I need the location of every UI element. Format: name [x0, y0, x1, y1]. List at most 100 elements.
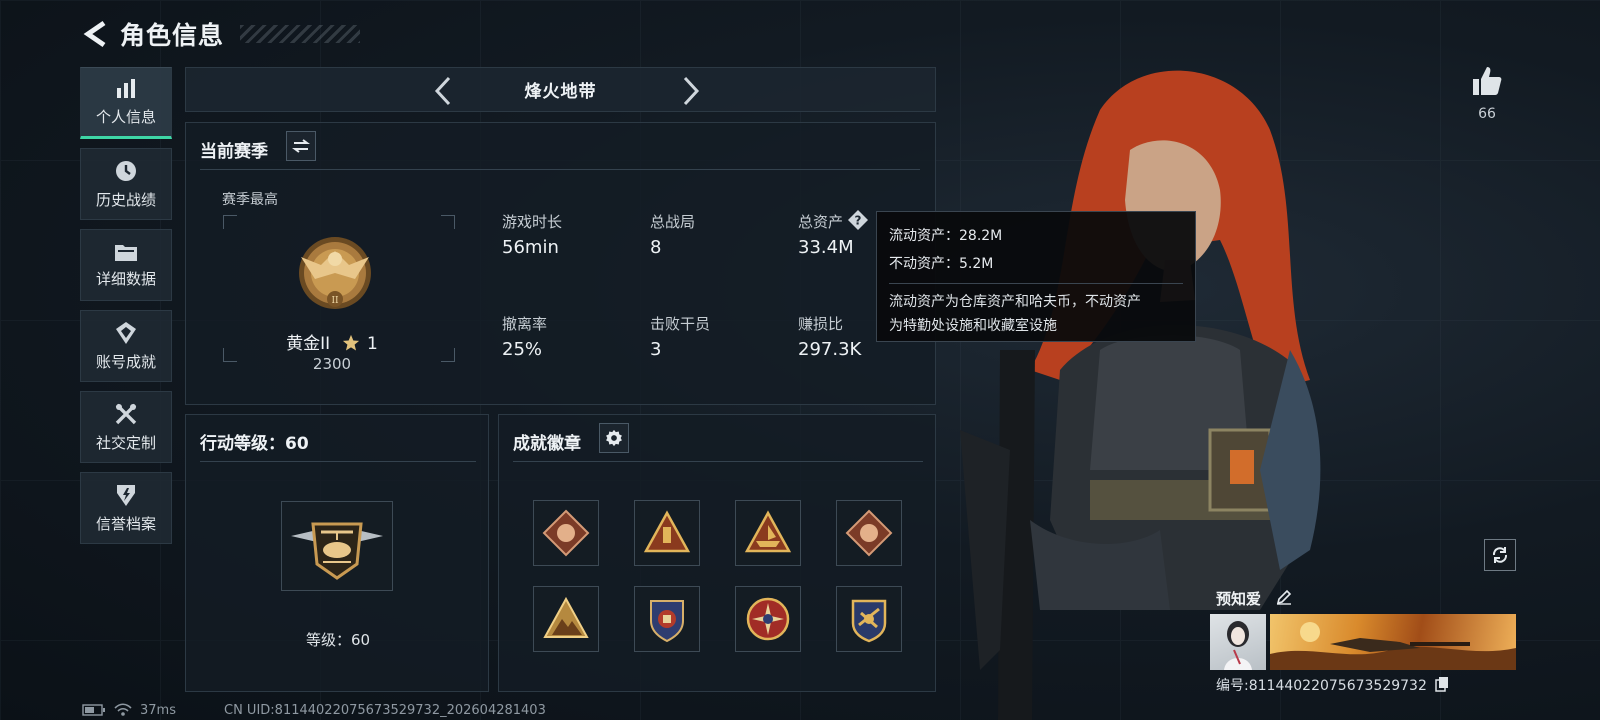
season-switch-button[interactable]	[286, 131, 316, 161]
sidebar-item-label: 详细数据	[95, 269, 156, 288]
svg-text:?: ?	[855, 214, 862, 228]
achievement-badge[interactable]	[735, 586, 801, 652]
assets-help-button[interactable]: ?	[847, 209, 869, 231]
achievement-badge[interactable]	[533, 586, 599, 652]
achievement-badge[interactable]	[836, 500, 902, 566]
rank-info: 黄金II 1	[222, 329, 442, 354]
matches-label: 总战局	[650, 213, 696, 231]
kills-label: 击败干员	[650, 315, 711, 333]
rank-name: 黄金II	[286, 334, 331, 354]
wifi-icon	[114, 703, 132, 716]
action-level-title: 行动等级：60	[200, 434, 309, 454]
copy-id-button[interactable]	[1435, 676, 1449, 696]
map-next-button[interactable]	[674, 74, 708, 108]
profit-ratio-label: 赚损比	[798, 315, 844, 333]
map-prev-button[interactable]	[426, 74, 460, 108]
rank-stars: 1	[367, 334, 378, 354]
tools-icon	[115, 403, 137, 424]
fixed-assets: 不动资产：5.2M	[889, 256, 994, 272]
status-bar: 37ms	[82, 702, 176, 718]
like-button[interactable]	[1470, 64, 1504, 98]
sidebar-item-social[interactable]: 社交定制	[80, 391, 172, 463]
sidebar-item-label: 信誉档案	[95, 514, 156, 533]
triangle-badge-icon	[643, 510, 691, 553]
divider	[200, 461, 476, 462]
divider	[513, 461, 923, 462]
refresh-icon	[1492, 547, 1508, 563]
svg-text:II: II	[331, 296, 339, 306]
gear-icon	[606, 429, 622, 447]
map-selector: 烽火地带	[185, 67, 936, 112]
season-title: 当前赛季	[200, 142, 268, 162]
matches-value: 8	[650, 237, 662, 258]
header: 角色信息	[80, 14, 361, 54]
extract-rate-value: 25%	[502, 339, 543, 360]
avatar[interactable]	[1210, 614, 1266, 670]
frame-corner	[441, 215, 455, 229]
sidebar-item-achievements[interactable]: 账号成就	[80, 310, 172, 382]
sidebar: 个人信息 历史战绩 详细数据 账号成就 社交定制 信誉档案	[80, 67, 172, 553]
crest-badge-icon	[851, 599, 887, 643]
rank-score: 2300	[312, 355, 352, 373]
play-time-value: 56min	[502, 237, 559, 258]
page-title: 角色信息	[120, 21, 225, 50]
sidebar-item-history[interactable]: 历史战绩	[80, 148, 172, 220]
achievement-badge[interactable]	[735, 500, 801, 566]
ping-value: 37ms	[140, 702, 176, 718]
tooltip-note-line: 流动资产为仓库资产和哈夫币，不动资产	[889, 294, 1141, 310]
dragon-badge-icon	[845, 509, 893, 557]
chevron-left-icon	[434, 76, 451, 106]
sidebar-item-personal-info[interactable]: 个人信息	[80, 67, 172, 139]
season-panel: 当前赛季 赛季最高 II 黄金II 1 2300 游戏时长 56min 总战局 …	[185, 122, 936, 405]
title-decoration	[240, 25, 361, 43]
gold-rank-emblem-icon: II	[299, 237, 371, 309]
mountain-badge-icon	[543, 596, 589, 638]
bar-chart-icon	[117, 78, 135, 98]
achievement-badge[interactable]	[634, 500, 700, 566]
uid-text: CN UID:811440220756735297​32_20260428140…	[224, 703, 546, 718]
folder-icon	[115, 244, 137, 261]
kills-value: 3	[650, 339, 662, 360]
assets-value: 33.4M	[798, 237, 854, 258]
achievements-title: 成就徽章	[513, 434, 581, 454]
profit-ratio-value: 297.3K	[798, 339, 862, 360]
extract-rate-label: 撤离率	[502, 315, 548, 333]
boat-badge-icon	[744, 510, 792, 553]
sidebar-item-label: 账号成就	[95, 352, 156, 371]
assets-tooltip: 流动资产：28.2M 不动资产：5.2M 流动资产为仓库资产和哈夫币，不动资产 …	[876, 211, 1196, 342]
achievement-badge[interactable]	[634, 586, 700, 652]
dragon-badge-icon	[542, 509, 590, 557]
pencil-icon	[1276, 589, 1292, 605]
player-id: 编号:811440220756735297​32	[1216, 678, 1427, 694]
battery-icon	[82, 704, 105, 716]
achievement-badge[interactable]	[533, 500, 599, 566]
avatar-portrait-icon	[1224, 621, 1252, 670]
sidebar-item-reputation[interactable]: 信誉档案	[80, 472, 172, 544]
like-count: 66	[1478, 106, 1496, 122]
copy-icon	[1435, 677, 1448, 692]
divider	[200, 169, 920, 170]
back-button[interactable]	[80, 19, 110, 49]
history-icon	[116, 160, 136, 181]
refresh-button[interactable]	[1484, 539, 1516, 571]
swap-icon	[292, 139, 310, 153]
frame-corner	[223, 215, 237, 229]
sidebar-item-label: 历史战绩	[95, 190, 156, 209]
achievements-panel: 成就徽章	[498, 414, 936, 692]
player-name: 预知爱	[1216, 590, 1262, 608]
tooltip-note-line: 为特勤处设施和收藏室设施	[889, 318, 1057, 334]
level-emblem-frame	[281, 501, 393, 591]
helicopter-emblem-icon	[291, 522, 383, 580]
achievement-badge[interactable]	[836, 586, 902, 652]
achievement-icon	[116, 321, 136, 344]
back-arrow-icon	[83, 20, 106, 48]
liquid-assets: 流动资产：28.2M	[889, 228, 1003, 244]
badge-settings-button[interactable]	[599, 423, 629, 453]
sidebar-item-detail-data[interactable]: 详细数据	[80, 229, 172, 301]
thumbs-up-icon	[1473, 67, 1502, 95]
profile-banner[interactable]	[1270, 614, 1516, 670]
edit-name-button[interactable]	[1276, 589, 1292, 609]
frame-corner	[441, 348, 455, 362]
medal-badge-icon	[746, 597, 790, 641]
map-name: 烽火地带	[524, 82, 597, 102]
